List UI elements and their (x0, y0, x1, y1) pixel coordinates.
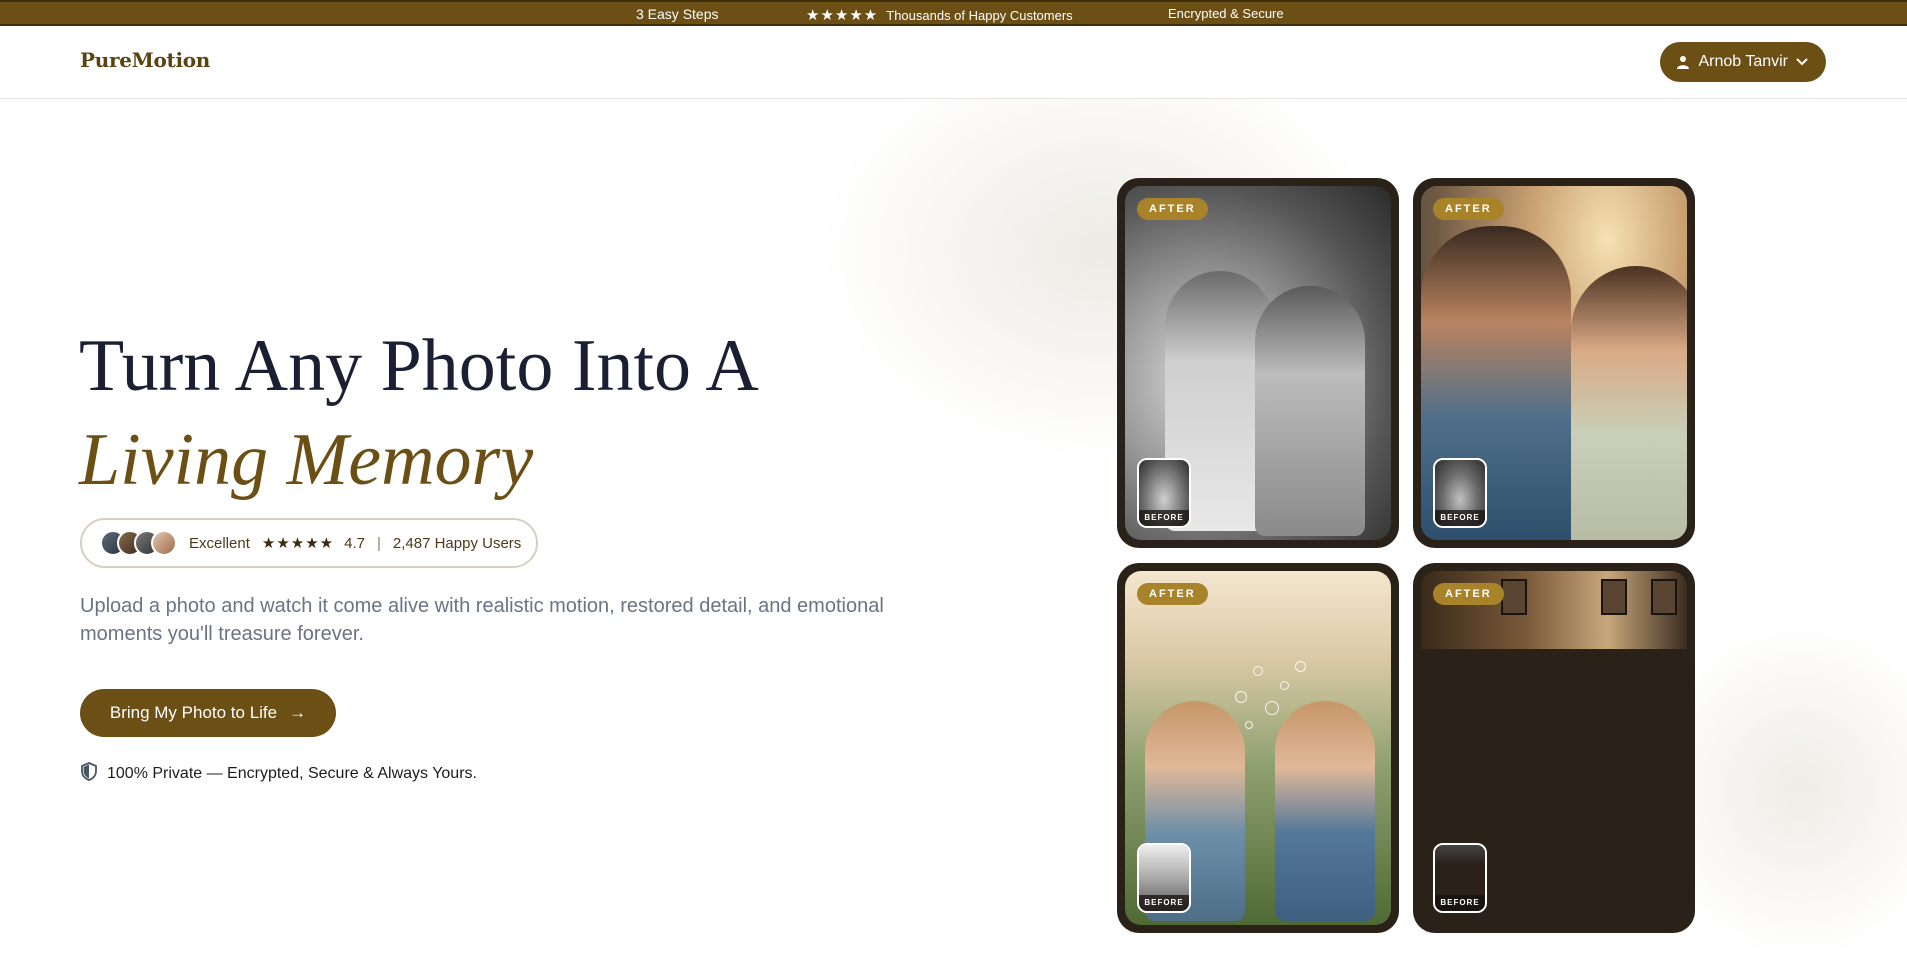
gallery-card[interactable]: AFTER BEFORE (1117, 178, 1399, 548)
logo[interactable]: PureMotion (80, 48, 210, 72)
bring-photo-to-life-button[interactable]: Bring My Photo to Life → (80, 689, 336, 737)
photo-figure (1255, 286, 1365, 536)
avatar-group (100, 530, 177, 556)
rating-badge: Excellent ★★★★★ 4.7 | 2,487 Happy Users (80, 518, 538, 568)
gallery-card[interactable]: AFTER BEFORE (1413, 178, 1695, 548)
picture-frame (1651, 579, 1677, 615)
hero-headline-accent: Living Memory (79, 419, 534, 501)
user-icon (1676, 55, 1690, 69)
after-badge: AFTER (1433, 198, 1504, 220)
after-badge: AFTER (1433, 583, 1504, 605)
user-name: Arnob Tanvir (1698, 53, 1788, 70)
secure-text: Encrypted & Secure (1168, 6, 1284, 21)
before-label: BEFORE (1435, 510, 1485, 526)
chevron-down-icon (1796, 58, 1808, 66)
rating-label: Excellent (189, 534, 250, 552)
rating-separator: | (376, 534, 381, 552)
arrow-right-icon: → (289, 703, 307, 722)
bubble (1253, 666, 1263, 676)
before-thumbnail[interactable]: BEFORE (1433, 843, 1487, 913)
after-badge: AFTER (1137, 198, 1208, 220)
announcement-bar: 3 Easy Steps ★★★★★ Thousands of Happy Cus… (0, 0, 1907, 26)
gallery-card[interactable]: AFTER BEFORE (1117, 563, 1399, 933)
stars-icon: ★★★★★ (806, 7, 879, 24)
bubble (1295, 661, 1306, 672)
before-label: BEFORE (1139, 895, 1189, 911)
before-thumbnail[interactable]: BEFORE (1137, 458, 1191, 528)
photo-figure (1571, 266, 1687, 540)
happy-users-count: 2,487 Happy Users (392, 534, 522, 552)
site-header: PureMotion Arnob Tanvir (0, 26, 1907, 99)
hero-description: Upload a photo and watch it come alive w… (80, 595, 884, 645)
privacy-text: 100% Private — Encrypted, Secure & Alway… (107, 765, 477, 782)
cta-label: Bring My Photo to Life (109, 703, 278, 722)
hero-headline: Turn Any Photo Into A (79, 325, 759, 407)
picture-frame (1601, 579, 1627, 615)
steps-text: 3 Easy Steps (636, 6, 719, 22)
privacy-note: 100% Private — Encrypted, Secure & Alway… (80, 762, 477, 786)
user-menu-button[interactable]: Arnob Tanvir (1660, 42, 1826, 82)
before-label: BEFORE (1435, 895, 1485, 911)
bubble (1235, 691, 1247, 703)
before-thumbnail[interactable]: BEFORE (1137, 843, 1191, 913)
shield-icon (80, 762, 98, 786)
picture-frame (1501, 579, 1527, 615)
before-label: BEFORE (1139, 510, 1189, 526)
bubble (1245, 721, 1253, 729)
avatar (151, 530, 177, 556)
photo-figure (1275, 701, 1375, 921)
rating-value: 4.7 (344, 534, 365, 552)
bubble (1280, 681, 1289, 690)
before-thumbnail[interactable]: BEFORE (1433, 458, 1487, 528)
bubble (1265, 701, 1279, 715)
star-rating-icon: ★★★★★ (261, 535, 335, 552)
after-badge: AFTER (1137, 583, 1208, 605)
customers-text: Thousands of Happy Customers (886, 8, 1073, 23)
gallery-card[interactable]: AFTER BEFORE (1413, 563, 1695, 933)
customers-item: ★★★★★ Thousands of Happy Customers (806, 6, 1073, 24)
